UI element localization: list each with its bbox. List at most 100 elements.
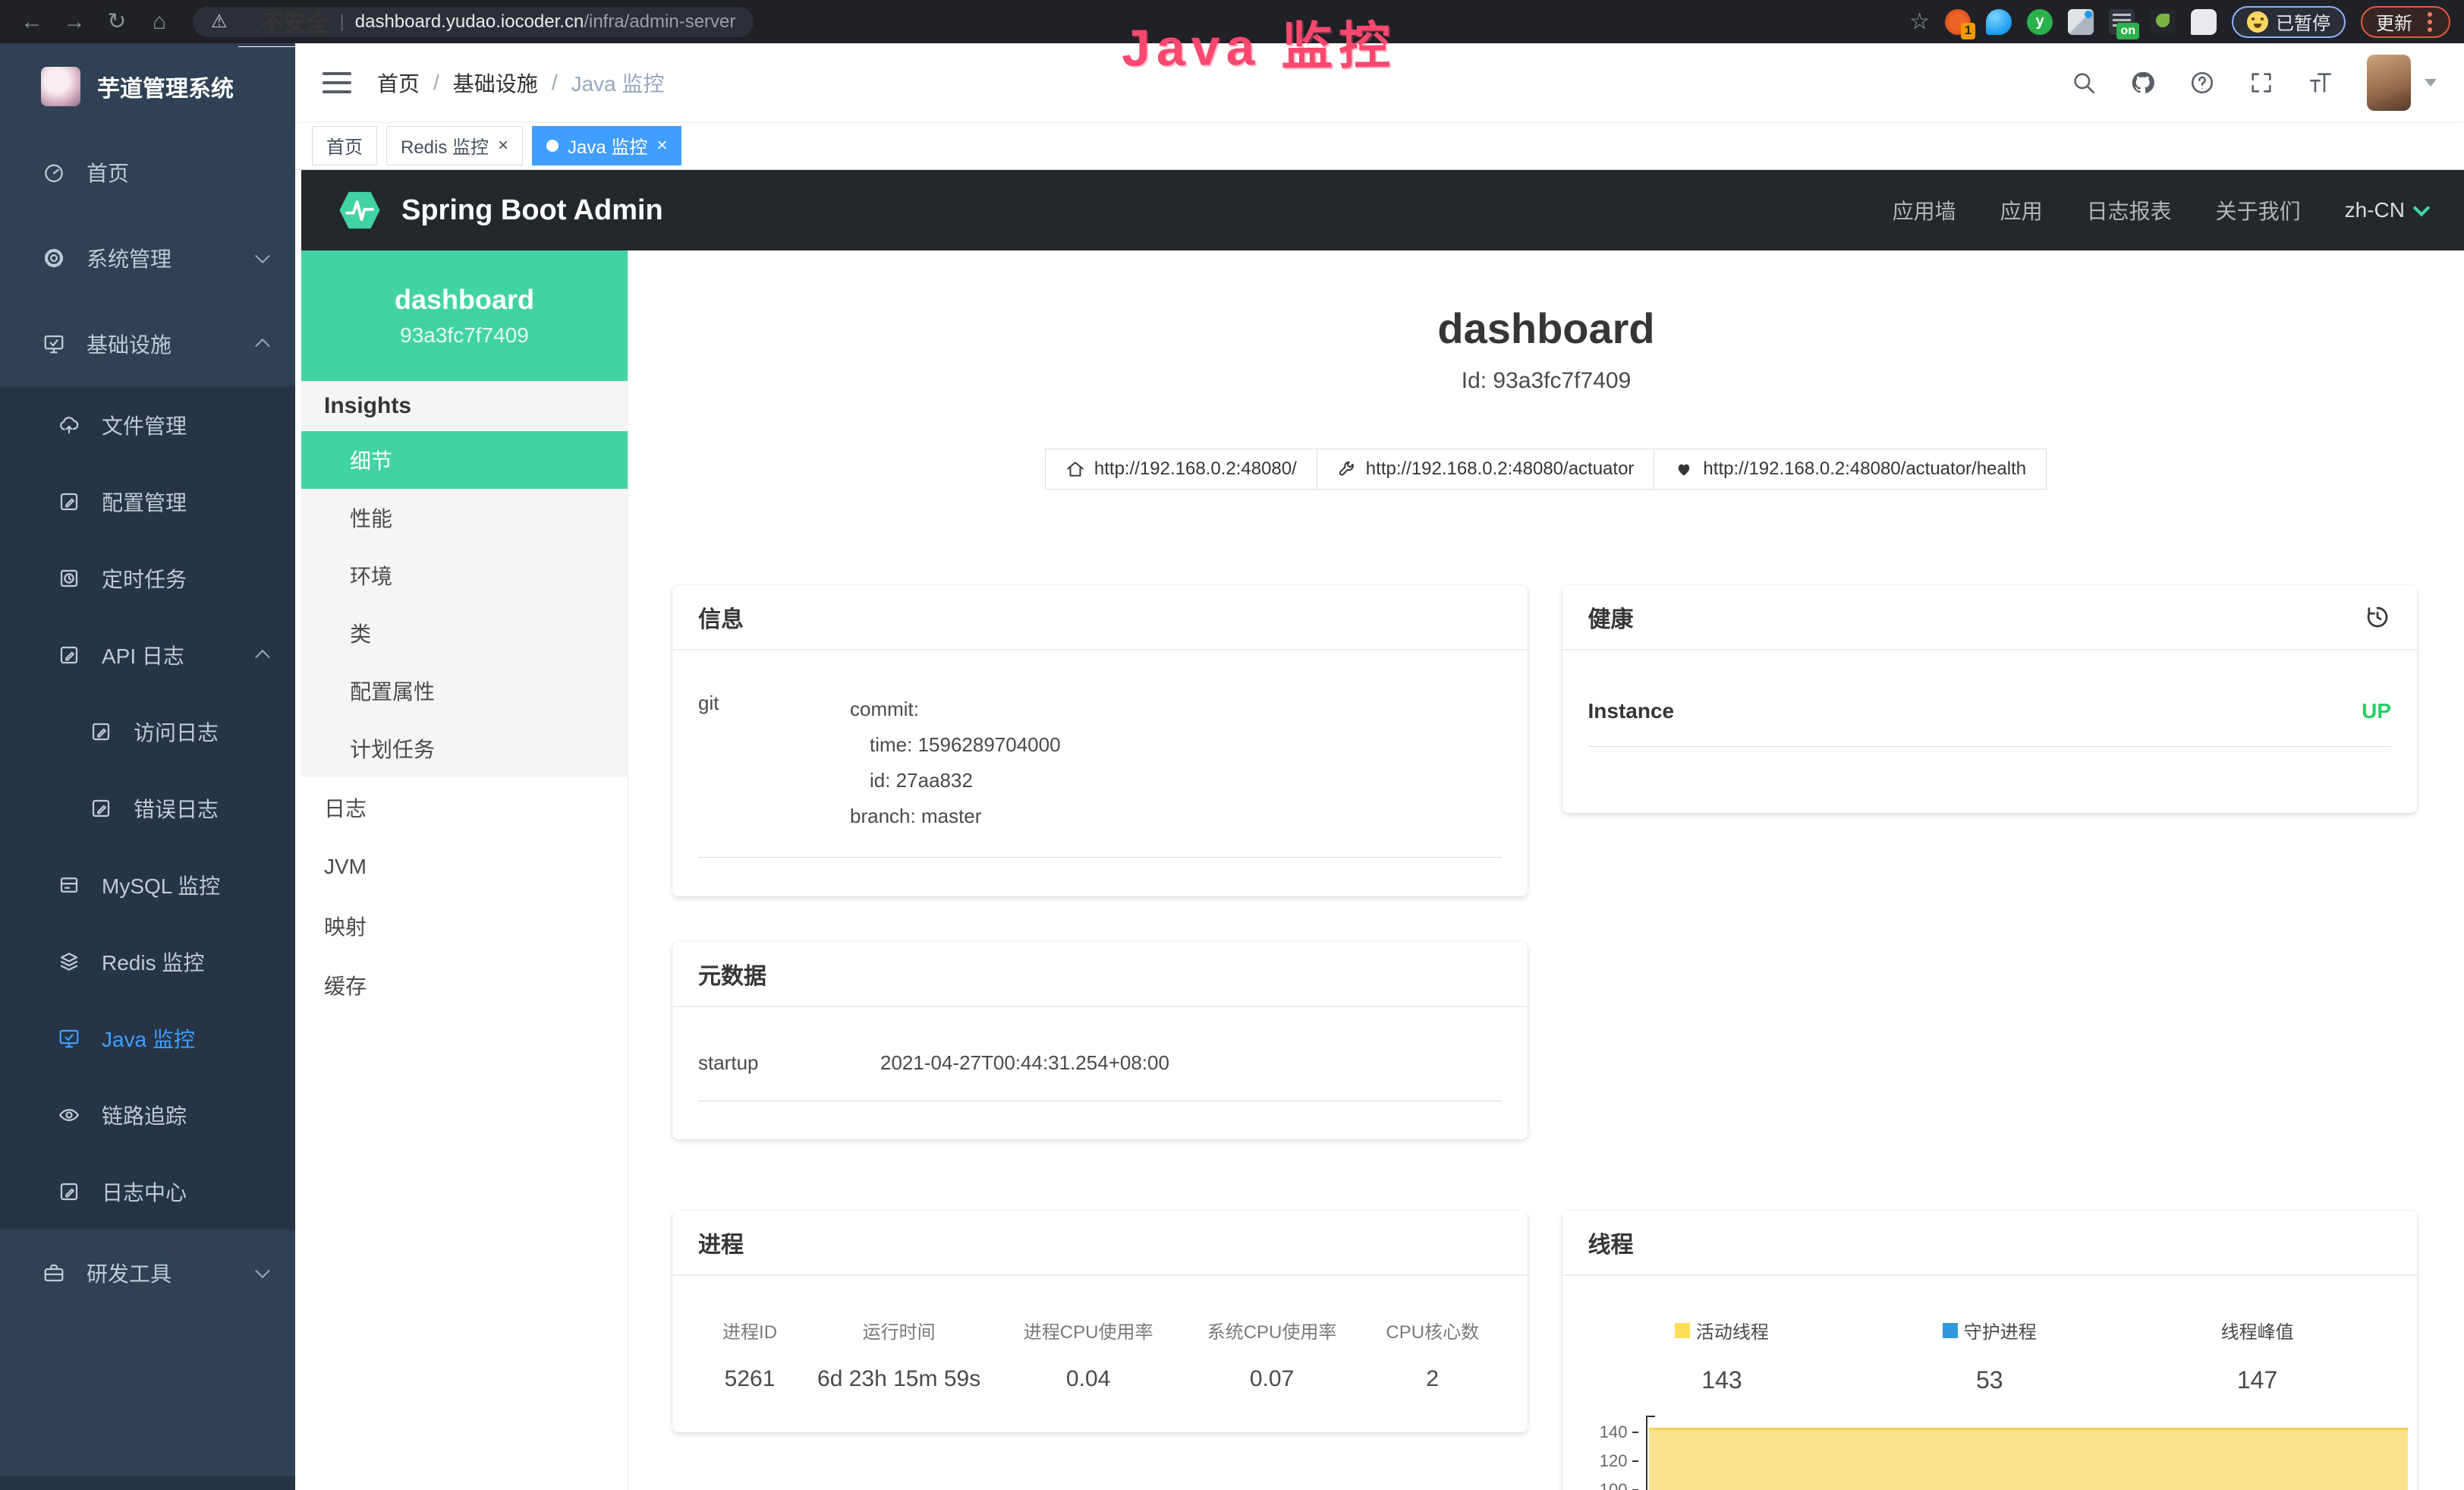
sidebar-item-log-center[interactable]: 日志中心: [0, 1153, 295, 1230]
sidebar-item-tracing[interactable]: 链路追踪: [0, 1076, 295, 1153]
bookmark-star-icon[interactable]: ☆: [1909, 8, 1930, 35]
sba-nav-journal[interactable]: 日志报表: [2087, 195, 2172, 225]
info-key: git: [698, 691, 850, 834]
actuator-url-button[interactable]: http://192.168.0.2:48080/actuator: [1317, 449, 1655, 490]
hamburger-icon[interactable]: [323, 72, 351, 93]
sidebar-item-api-log[interactable]: API 日志: [0, 616, 295, 693]
sidebar-item-dev-tools[interactable]: 研发工具: [0, 1230, 295, 1315]
sba-nav-applications[interactable]: 应用: [2000, 195, 2043, 225]
browser-chrome: ← → ↻ ⌂ ⚠ 不安全 | dashboard.yudao.iocoder.…: [0, 0, 2464, 43]
sba-app-header[interactable]: dashboard 93a3fc7f7409: [301, 250, 628, 381]
extensions-puzzle-icon[interactable]: [2191, 9, 2217, 35]
close-icon[interactable]: ×: [498, 137, 508, 155]
sba-item-caches[interactable]: 缓存: [301, 956, 628, 1015]
tag-java-monitor[interactable]: Java 监控 ×: [532, 126, 681, 165]
browser-menu-dots-icon[interactable]: [2428, 20, 2432, 24]
sidebar-item-config-manage[interactable]: 配置管理: [0, 463, 295, 540]
close-icon[interactable]: ×: [656, 137, 667, 155]
sba-item-details[interactable]: 细节: [301, 431, 628, 489]
legend-daemon-threads: 守护进程: [1943, 1317, 2037, 1344]
help-icon[interactable]: [2189, 70, 2215, 96]
admin-sidebar: 芋道管理系统 首页 系统管理 基础设施 文件管理 配置管理: [0, 43, 295, 1490]
url-text: dashboard.yudao.iocoder.cn/infra/admin-s…: [355, 11, 736, 33]
security-label: 不安全: [238, 0, 329, 47]
extension-grid-icon[interactable]: [2068, 9, 2094, 35]
sba-item-classes[interactable]: 类: [301, 604, 628, 662]
sba-item-configprops[interactable]: 配置属性: [301, 662, 628, 720]
sba-brand[interactable]: Spring Boot Admin: [338, 188, 663, 232]
breadcrumb-current: Java 监控: [571, 68, 665, 98]
search-icon[interactable]: [2071, 70, 2097, 96]
service-url-button[interactable]: http://192.168.0.2:48080/: [1045, 449, 1317, 490]
log-icon: [58, 644, 80, 666]
fullscreen-icon[interactable]: [2248, 70, 2274, 96]
font-size-icon[interactable]: [2308, 70, 2333, 96]
extension-leaf-icon[interactable]: [2150, 9, 2176, 35]
sidebar-item-home[interactable]: 首页: [0, 129, 295, 215]
process-val-pid: 5261: [725, 1366, 776, 1392]
avatar-caret-icon[interactable]: [2425, 79, 2437, 87]
home-icon: [1065, 459, 1085, 479]
legend-peak-threads: 线程峰值: [2221, 1317, 2294, 1344]
sidebar-item-scheduled-jobs[interactable]: 定时任务: [0, 540, 295, 616]
health-instance-row[interactable]: Instance UP: [1588, 672, 2392, 747]
sidebar-item-redis-monitor[interactable]: Redis 监控: [0, 923, 295, 1000]
breadcrumb-infra[interactable]: 基础设施: [453, 68, 538, 98]
extension-pin-icon[interactable]: [1986, 9, 2012, 35]
chevron-down-icon: [255, 248, 270, 263]
metadata-card-title: 元数据: [698, 957, 766, 991]
tag-redis-monitor[interactable]: Redis 监控 ×: [386, 126, 523, 165]
extension-list-icon[interactable]: on: [2109, 9, 2135, 35]
sidebar-item-access-log[interactable]: 访问日志: [0, 693, 295, 770]
sba-locale-select[interactable]: zh-CN: [2345, 198, 2428, 222]
sidebar-item-infra[interactable]: 基础设施: [0, 301, 295, 386]
sba-item-logs[interactable]: 日志: [301, 778, 628, 837]
sba-section-label: Insights: [301, 381, 628, 431]
browser-home-icon[interactable]: ⌂: [141, 9, 178, 35]
database-icon: [58, 874, 80, 896]
sba-nav-about[interactable]: 关于我们: [2216, 195, 2301, 225]
sba-item-mappings[interactable]: 映射: [301, 896, 628, 956]
sidebar-item-java-monitor[interactable]: Java 监控: [0, 1000, 295, 1076]
insecure-warning-icon: ⚠: [211, 11, 228, 33]
monitor-icon: [42, 332, 65, 355]
extension-orange-icon[interactable]: 1: [1945, 9, 1971, 35]
daemon-threads-value: 53: [1976, 1366, 2003, 1394]
address-bar[interactable]: ⚠ 不安全 | dashboard.yudao.iocoder.cn/infra…: [193, 7, 754, 37]
history-icon[interactable]: [2364, 603, 2391, 631]
chevron-up-icon: [255, 649, 270, 664]
sba-item-scheduled-tasks[interactable]: 计划任务: [301, 720, 628, 777]
app-logo: [41, 67, 80, 106]
breadcrumb-home[interactable]: 首页: [377, 68, 420, 98]
dashboard-icon: [42, 161, 65, 184]
process-col-sys-cpu: 系统CPU使用率: [1207, 1317, 1337, 1344]
process-val-uptime: 6d 23h 15m 59s: [817, 1366, 980, 1392]
process-col-uptime: 运行时间: [863, 1317, 936, 1344]
app-logo-row[interactable]: 芋道管理系统: [0, 43, 295, 129]
user-avatar[interactable]: [2367, 55, 2411, 111]
sidebar-item-error-log[interactable]: 错误日志: [0, 770, 295, 846]
sidebar-item-mysql-monitor[interactable]: MySQL 监控: [0, 846, 295, 923]
update-browser-button[interactable]: 更新: [2361, 6, 2450, 38]
tag-home[interactable]: 首页: [312, 126, 377, 165]
health-url-button[interactable]: http://192.168.0.2:48080/actuator/health: [1654, 449, 2047, 490]
browser-back-icon[interactable]: ←: [14, 9, 50, 35]
sba-item-metrics[interactable]: 性能: [301, 489, 628, 547]
live-threads-series-area: [1649, 1428, 2409, 1490]
github-icon[interactable]: [2130, 70, 2156, 96]
chart-y-axis: 140 120 100: [1588, 1416, 1646, 1490]
process-val-cores: 2: [1426, 1366, 1439, 1392]
extension-y-icon[interactable]: y: [2027, 9, 2053, 35]
edit-icon: [58, 490, 80, 513]
process-table: 进程ID 运行时间 进程CPU使用率 系统CPU使用率 CPU核心数 5261 …: [698, 1297, 1502, 1392]
sba-nav-wallboard[interactable]: 应用墙: [1893, 195, 1956, 225]
sba-item-jvm[interactable]: JVM: [301, 837, 628, 896]
sidebar-item-file-manage[interactable]: 文件管理: [0, 386, 295, 463]
instance-links: http://192.168.0.2:48080/ http://192.168…: [628, 449, 2464, 490]
browser-forward-icon[interactable]: →: [56, 9, 93, 35]
browser-reload-icon[interactable]: ↻: [99, 8, 135, 35]
sba-item-environment[interactable]: 环境: [301, 547, 628, 604]
sidebar-item-system[interactable]: 系统管理: [0, 215, 295, 301]
profile-paused-pill[interactable]: 已暂停: [2232, 6, 2346, 38]
extension-on-badge: on: [2116, 23, 2139, 39]
